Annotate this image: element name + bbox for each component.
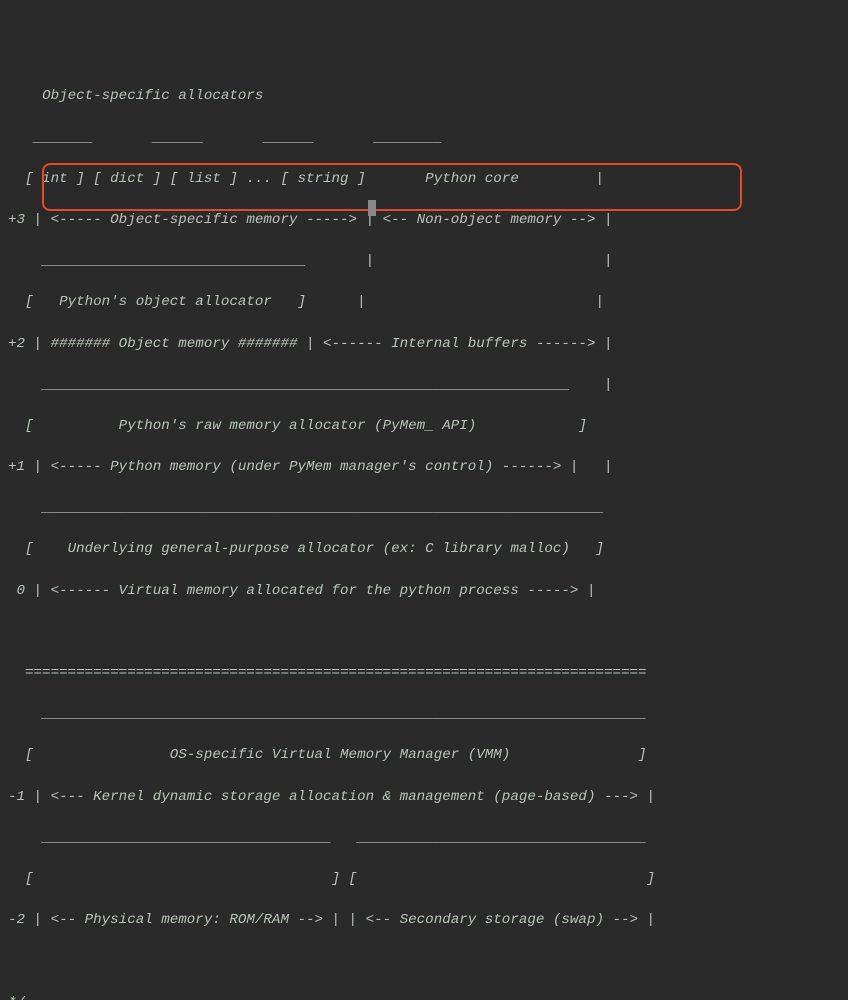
row-minus1-top: ________________________________________…	[0, 704, 848, 725]
separator: ========================================…	[0, 663, 848, 684]
title-text: Object-specific allocators	[42, 88, 263, 104]
row-plus2-top: _______________________________ | |	[0, 251, 848, 272]
row-plus1-header: [ Python's raw memory allocator (PyMem_ …	[0, 416, 848, 437]
blank2	[0, 951, 848, 972]
row-plus2-header: [ Python's object allocator ] | |	[0, 292, 848, 313]
row-minus2-body: -2 | <-- Physical memory: ROM/RAM --> | …	[0, 910, 848, 931]
row-plus3-boxes: [ int ] [ dict ] [ list ] ... [ string ]…	[0, 169, 848, 190]
row-minus2-header: [ ] [ ]	[0, 869, 848, 890]
row-minus1-body: -1 | <--- Kernel dynamic storage allocat…	[0, 787, 848, 808]
row-zero-body: 0 | <------ Virtual memory allocated for…	[0, 581, 848, 602]
row-minus2-top: __________________________________ _____…	[0, 828, 848, 849]
blank	[0, 622, 848, 643]
row-zero-top: ________________________________________…	[0, 498, 848, 519]
row-zero-header: [ Underlying general-purpose allocator (…	[0, 539, 848, 560]
row-plus3-body: +3 | <----- Object-specific memory -----…	[0, 210, 848, 231]
row-plus2-body: +2 | ####### Object memory ####### | <--…	[0, 334, 848, 355]
row-plus1-top: ________________________________________…	[0, 375, 848, 396]
footer-end-comment: */	[0, 993, 848, 1000]
title: Object-specific allocators	[0, 86, 848, 107]
row-minus1-header: [ OS-specific Virtual Memory Manager (VM…	[0, 745, 848, 766]
text-cursor	[368, 200, 376, 216]
row-plus3-top: _______ ______ ______ ________	[0, 128, 848, 149]
row-plus1-body: +1 | <----- Python memory (under PyMem m…	[0, 457, 848, 478]
